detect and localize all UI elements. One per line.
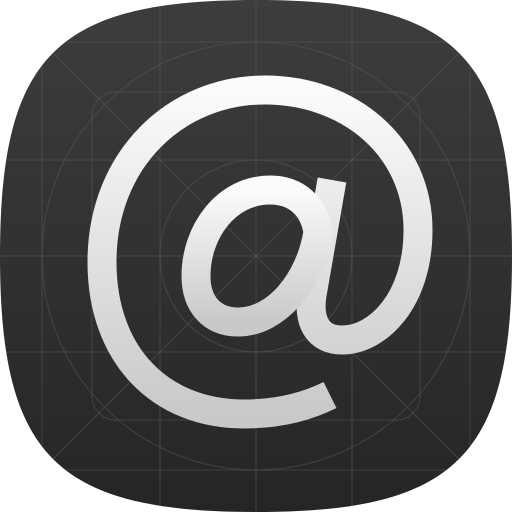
at-sign-app-icon-graphic [0,0,512,512]
app-icon[interactable] [0,0,512,512]
